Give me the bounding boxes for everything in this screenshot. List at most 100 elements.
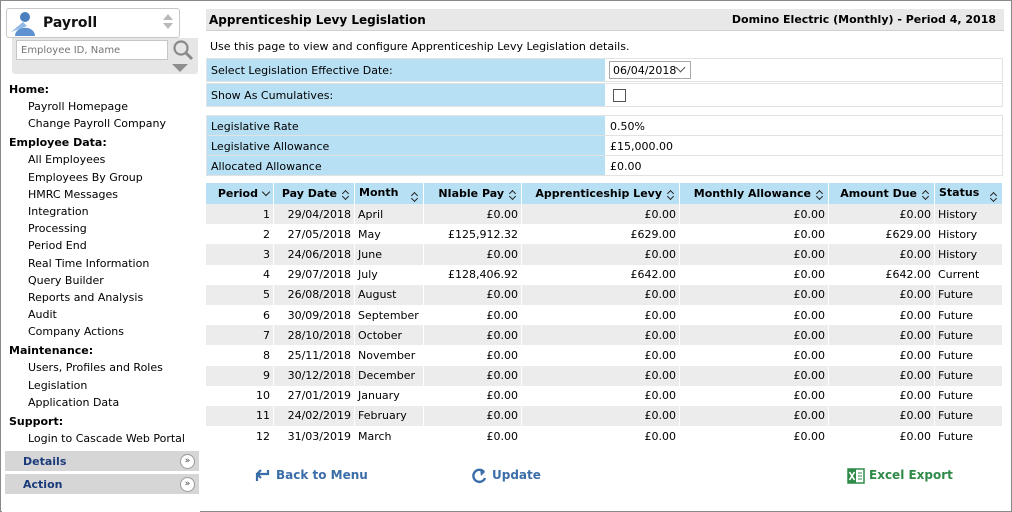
cell-monthly-allowance: £0.00 [680, 365, 829, 386]
levy-table: Period Pay Date Month NIable Pay Apprent… [206, 183, 1003, 447]
table-row[interactable]: 6 30/09/2018 September £0.00 £0.00 £0.00 £0.00… [206, 304, 1003, 326]
cell-monthly-allowance: £0.00 [680, 284, 829, 305]
cell-niable-pay: £0.00 [424, 405, 522, 427]
sidebar-item-employees-by-group[interactable]: Employees By Group [9, 169, 199, 186]
cell-month: October [355, 325, 424, 346]
column-header-monthly-allowance[interactable]: Monthly Allowance [680, 183, 829, 204]
chevron-down-double-icon[interactable]: » [180, 477, 195, 492]
column-header-amount-due[interactable]: Amount Due [829, 183, 935, 204]
sidebar-item-cascade-web-portal[interactable]: Login to Cascade Web Portal [9, 430, 199, 447]
cell-apprenticeship-levy: £0.00 [522, 304, 680, 326]
cell-period: 11 [206, 405, 274, 427]
cell-amount-due: £0.00 [829, 385, 935, 406]
table-row[interactable]: 7 28/10/2018 October £0.00 £0.00 £0.00 £0.00 Fu… [206, 325, 1003, 346]
cell-period: 9 [206, 365, 274, 386]
sidebar-item-hmrc-messages[interactable]: HMRC Messages [9, 186, 199, 203]
table-row[interactable]: 9 30/12/2018 December £0.00 £0.00 £0.00 £0.00 F… [206, 365, 1003, 386]
table-header-row: Period Pay Date Month NIable Pay Apprent… [206, 183, 1003, 204]
cell-period: 8 [206, 345, 274, 366]
table-row[interactable]: 12 31/03/2019 March £0.00 £0.00 £0.00 £0.00 Fut… [206, 426, 1003, 447]
sidebar-item-change-payroll-company[interactable]: Change Payroll Company [9, 115, 199, 132]
cell-monthly-allowance: £0.00 [680, 304, 829, 326]
cell-status: Future [935, 284, 1003, 305]
table-row[interactable]: 8 25/11/2018 November £0.00 £0.00 £0.00 £0.00 F… [206, 345, 1003, 366]
sidebar-item-integration[interactable]: Integration [9, 203, 199, 220]
page-title: Apprenticeship Levy Legislation [209, 13, 426, 27]
cell-amount-due: £0.00 [829, 304, 935, 326]
table-row[interactable]: 2 27/05/2018 May £125,912.32 £629.00 £0.00 £62… [206, 224, 1003, 245]
details-accordion[interactable]: Details » [5, 451, 199, 472]
cell-month: April [355, 204, 424, 225]
sidebar-item-period-end[interactable]: Period End [9, 237, 199, 254]
sidebar-item-real-time-information[interactable]: Real Time Information [9, 255, 199, 272]
sidebar-item-processing[interactable]: Processing [9, 220, 199, 237]
cell-niable-pay: £125,912.32 [424, 224, 522, 245]
cell-monthly-allowance: £0.00 [680, 204, 829, 225]
cell-monthly-allowance: £0.00 [680, 244, 829, 265]
cell-apprenticeship-levy: £0.00 [522, 385, 680, 406]
sort-icon [815, 189, 824, 200]
summary-value: £15,000.00 [610, 140, 673, 153]
cell-amount-due: £0.00 [829, 405, 935, 427]
cell-pay-date: 30/09/2018 [274, 304, 355, 326]
sidebar-item-reports-and-analysis[interactable]: Reports and Analysis [9, 289, 199, 306]
sidebar-item-all-employees[interactable]: All Employees [9, 151, 199, 168]
cell-pay-date: 27/01/2019 [274, 385, 355, 406]
cell-status: Future [935, 426, 1003, 447]
app-switcher[interactable]: Payroll [6, 8, 180, 38]
column-header-niable-pay[interactable]: NIable Pay [424, 183, 522, 204]
sidebar-item-query-builder[interactable]: Query Builder [9, 272, 199, 289]
summary-value: 0.50% [610, 120, 645, 133]
cell-niable-pay: £0.00 [424, 365, 522, 386]
chevron-down-double-icon[interactable]: » [180, 454, 195, 469]
back-arrow-icon [255, 469, 270, 481]
sidebar-item-legislation[interactable]: Legislation [9, 377, 199, 394]
search-icon[interactable] [172, 39, 194, 61]
table-row[interactable]: 11 24/02/2019 February £0.00 £0.00 £0.00 £0.00… [206, 405, 1003, 427]
app-switch-arrows-icon[interactable] [163, 14, 173, 32]
cell-apprenticeship-levy: £0.00 [522, 204, 680, 225]
cell-apprenticeship-levy: £0.00 [522, 345, 680, 366]
cell-niable-pay: £0.00 [424, 244, 522, 265]
cell-niable-pay: £0.00 [424, 426, 522, 447]
cell-monthly-allowance: £0.00 [680, 426, 829, 447]
column-header-status[interactable]: Status [935, 183, 1003, 204]
cell-status: Future [935, 325, 1003, 346]
cell-pay-date: 29/07/2018 [274, 264, 355, 285]
column-header-pay-date[interactable]: Pay Date [274, 183, 355, 204]
cell-niable-pay: £0.00 [424, 204, 522, 225]
refresh-icon [472, 468, 487, 484]
cumulatives-checkbox[interactable] [613, 89, 626, 102]
sidebar-item-payroll-homepage[interactable]: Payroll Homepage [9, 98, 199, 115]
cell-monthly-allowance: £0.00 [680, 385, 829, 406]
table-row[interactable]: 10 27/01/2019 January £0.00 £0.00 £0.00 £0.00 F… [206, 385, 1003, 406]
sidebar-item-users-profiles-roles[interactable]: Users, Profiles and Roles [9, 359, 199, 376]
cell-status: Future [935, 385, 1003, 406]
column-header-month[interactable]: Month [355, 183, 424, 204]
sort-icon [989, 191, 998, 202]
column-header-period[interactable]: Period [206, 183, 274, 204]
cell-period: 12 [206, 426, 274, 447]
action-accordion-label: Action [23, 478, 63, 491]
nav-heading-home: Home: [9, 83, 50, 96]
cell-apprenticeship-levy: £642.00 [522, 264, 680, 285]
cell-month: May [355, 224, 424, 245]
cell-period: 1 [206, 204, 274, 225]
cell-status: Future [935, 405, 1003, 427]
search-panel-toggle-icon[interactable] [172, 64, 188, 72]
sidebar-item-company-actions[interactable]: Company Actions [9, 323, 199, 340]
effective-date-select[interactable]: 06/04/2018 [609, 61, 691, 79]
table-row[interactable]: 3 24/06/2018 June £0.00 £0.00 £0.00 £0.00 Histo… [206, 244, 1003, 265]
employee-search-input[interactable] [16, 40, 168, 60]
column-header-apprenticeship-levy[interactable]: Apprenticeship Levy [522, 183, 680, 204]
cell-amount-due: £629.00 [829, 224, 935, 245]
sidebar-item-audit[interactable]: Audit [9, 306, 199, 323]
cell-monthly-allowance: £0.00 [680, 345, 829, 366]
table-row[interactable]: 1 29/04/2018 April £0.00 £0.00 £0.00 £0.00 Hist… [206, 204, 1003, 225]
table-row[interactable]: 4 29/07/2018 July £128,406.92 £642.00 £0.00 £6… [206, 264, 1003, 285]
cell-amount-due: £0.00 [829, 204, 935, 225]
cell-status: History [935, 224, 1003, 245]
action-accordion[interactable]: Action » [5, 474, 199, 495]
sidebar-item-application-data[interactable]: Application Data [9, 394, 199, 411]
table-row[interactable]: 5 26/08/2018 August £0.00 £0.00 £0.00 £0.00 Fut… [206, 284, 1003, 305]
